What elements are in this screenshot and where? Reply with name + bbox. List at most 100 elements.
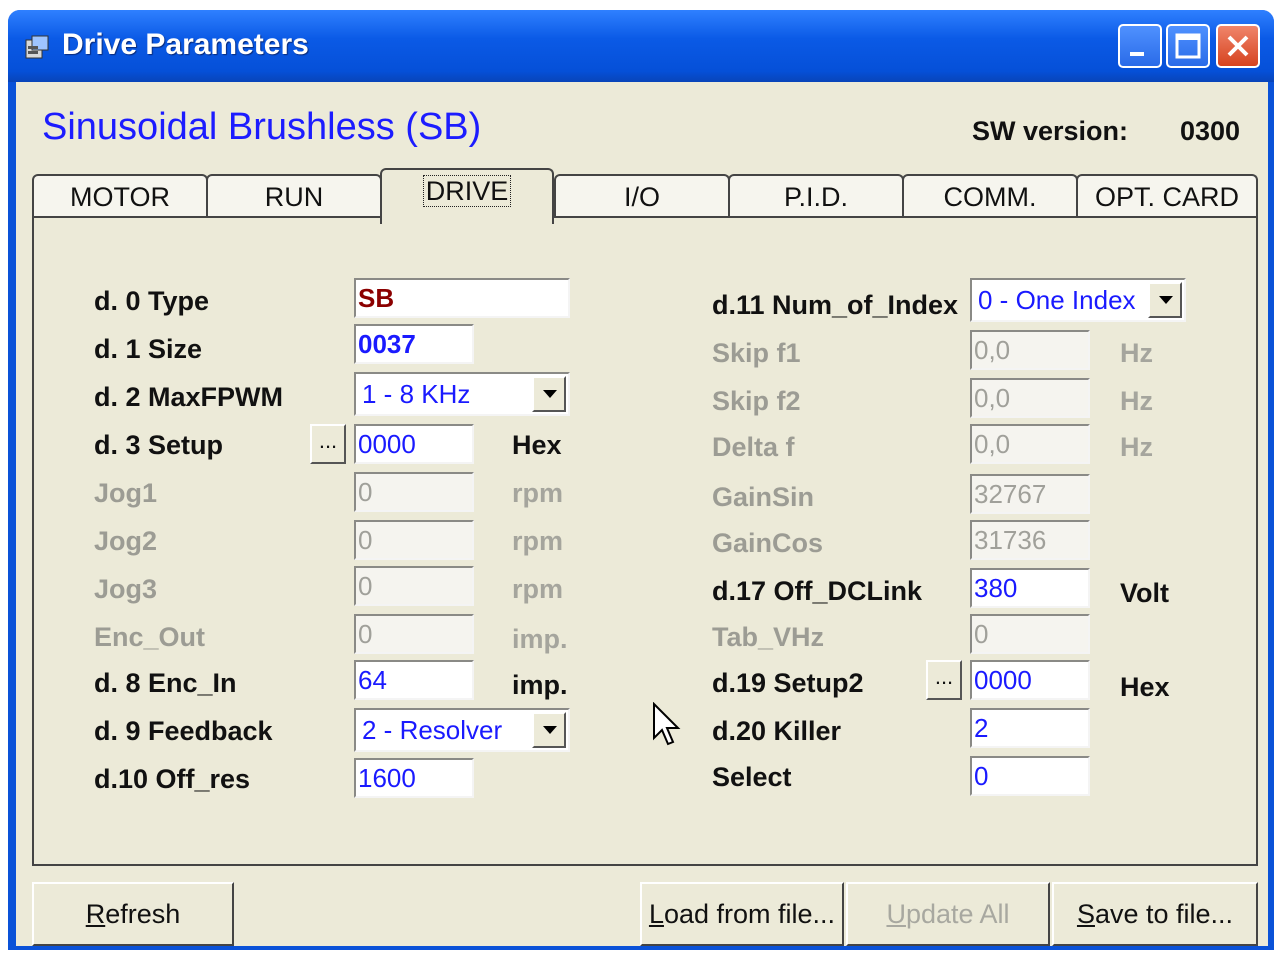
app-icon <box>24 34 52 60</box>
param-label: Skip f2 <box>712 386 801 416</box>
feedback-select[interactable]: 2 - Resolver <box>354 708 570 752</box>
off-res-field[interactable]: 1600 <box>354 758 474 798</box>
unit-label: imp. <box>512 670 568 700</box>
chevron-down-icon <box>1159 296 1173 304</box>
tab-label: I/O <box>623 182 660 212</box>
tab-opt-card[interactable]: OPT. CARD <box>1076 174 1258 218</box>
button-label: pdate All <box>905 899 1010 929</box>
param-label: Jog2 <box>94 526 158 556</box>
setup-field[interactable]: 0000 <box>354 424 474 464</box>
num-of-index-select[interactable]: 0 - One Index <box>970 278 1186 322</box>
tab-label: COMM. <box>943 182 1037 212</box>
param-label: d. 0 Type <box>94 286 210 316</box>
refresh-button[interactable]: Refresh <box>32 882 234 946</box>
mouse-pointer-icon <box>652 701 682 753</box>
param-label: d. 8 Enc_In <box>94 668 237 698</box>
unit-label: Hz <box>1120 432 1153 462</box>
maximize-button[interactable] <box>1166 24 1210 68</box>
tab-io[interactable]: I/O <box>554 174 730 218</box>
unit-label: Hz <box>1120 386 1153 416</box>
maxfpwm-value: 1 - 8 KHz <box>362 379 471 409</box>
maximize-icon <box>1175 33 1201 59</box>
dropdown-button[interactable] <box>532 712 566 748</box>
unit-label: rpm <box>512 526 564 556</box>
param-label: d. 3 Setup <box>94 430 224 460</box>
param-label: d.20 Killer <box>712 716 842 746</box>
param-label: GainCos <box>712 528 824 558</box>
sw-version-label: SW version: <box>972 116 1129 146</box>
tab-label: DRIVE <box>422 175 512 207</box>
tab-label: OPT. CARD <box>1094 182 1240 212</box>
chevron-down-icon <box>543 726 557 734</box>
tab-pid[interactable]: P.I.D. <box>728 174 904 218</box>
param-label: Delta f <box>712 432 795 462</box>
app-title: Sinusoidal Brushless (SB) <box>42 106 482 148</box>
num-of-index-value: 0 - One Index <box>978 285 1136 315</box>
setup2-edit-button[interactable]: ... <box>926 660 962 700</box>
maxfpwm-select[interactable]: 1 - 8 KHz <box>354 372 570 416</box>
type-field[interactable]: SB <box>354 278 570 318</box>
delta-f-field[interactable]: 0,0 <box>970 424 1090 464</box>
save-to-file-button[interactable]: Save to file... <box>1052 882 1258 946</box>
killer-field[interactable]: 2 <box>970 708 1090 748</box>
jog3-field[interactable]: 0 <box>354 566 474 606</box>
dropdown-button[interactable] <box>532 376 566 412</box>
minimize-icon <box>1130 52 1144 56</box>
title-bar[interactable]: Drive Parameters <box>8 10 1274 82</box>
gaincos-field[interactable]: 31736 <box>970 520 1090 560</box>
unit-label: Volt <box>1120 578 1169 608</box>
tab-run[interactable]: RUN <box>206 174 382 218</box>
button-label: oad from file... <box>663 899 836 929</box>
param-label: Skip f1 <box>712 338 801 368</box>
unit-label: Hz <box>1120 338 1153 368</box>
size-field[interactable]: 0037 <box>354 324 474 364</box>
param-label: Jog1 <box>94 478 158 508</box>
param-label: Select <box>712 762 792 792</box>
tab-label: MOTOR <box>70 182 170 212</box>
param-label: d. 9 Feedback <box>94 716 273 746</box>
setup-edit-button[interactable]: ... <box>310 424 346 464</box>
close-button[interactable] <box>1216 24 1260 68</box>
accelerator-key: L <box>648 899 664 929</box>
tab-vhz-field[interactable]: 0 <box>970 614 1090 654</box>
jog2-field[interactable]: 0 <box>354 520 474 560</box>
accelerator-key: U <box>886 899 906 929</box>
minimize-button[interactable] <box>1118 24 1162 68</box>
enc-out-field[interactable]: 0 <box>354 614 474 654</box>
skip-f1-field[interactable]: 0,0 <box>970 330 1090 370</box>
accelerator-key: R <box>85 899 106 929</box>
gainsin-field[interactable]: 32767 <box>970 474 1090 514</box>
skip-f2-field[interactable]: 0,0 <box>970 378 1090 418</box>
feedback-value: 2 - Resolver <box>362 715 503 745</box>
button-label: efresh <box>105 899 181 929</box>
param-label: d.17 Off_DCLink <box>712 576 923 606</box>
param-label: Enc_Out <box>94 622 206 652</box>
setup2-field[interactable]: 0000 <box>970 660 1090 700</box>
param-label: GainSin <box>712 482 815 512</box>
tab-label: RUN <box>264 182 324 212</box>
unit-label: Hex <box>512 430 562 460</box>
select-field[interactable]: 0 <box>970 756 1090 796</box>
tab-motor[interactable]: MOTOR <box>32 174 208 218</box>
unit-label: rpm <box>512 478 564 508</box>
unit-label: imp. <box>512 624 568 654</box>
client-area: Sinusoidal Brushless (SB) SW version: 0 3… <box>16 82 1268 946</box>
dropdown-button[interactable] <box>1148 282 1182 318</box>
unit-label: rpm <box>512 574 564 604</box>
button-label: ave to file... <box>1094 899 1234 929</box>
tab-drive[interactable]: DRIVE <box>380 168 554 224</box>
off-dclink-field[interactable]: 380 <box>970 568 1090 608</box>
tab-comm[interactable]: COMM. <box>902 174 1078 218</box>
param-label: d.11 Num_of_Index <box>712 290 959 320</box>
load-from-file-button[interactable]: Load from file... <box>640 882 844 946</box>
update-all-button[interactable]: Update All <box>846 882 1050 946</box>
unit-label: Hex <box>1120 672 1170 702</box>
drive-parameters-window: Drive Parameters Sinusoidal Brushless (S… <box>8 10 1274 950</box>
param-label: Jog3 <box>94 574 158 604</box>
param-label: d. 2 MaxFPWM <box>94 382 284 412</box>
param-label: d.10 Off_res <box>94 764 251 794</box>
enc-in-field[interactable]: 64 <box>354 660 474 700</box>
window-title: Drive Parameters <box>62 28 309 61</box>
param-label: d. 1 Size <box>94 334 203 364</box>
jog1-field[interactable]: 0 <box>354 472 474 512</box>
